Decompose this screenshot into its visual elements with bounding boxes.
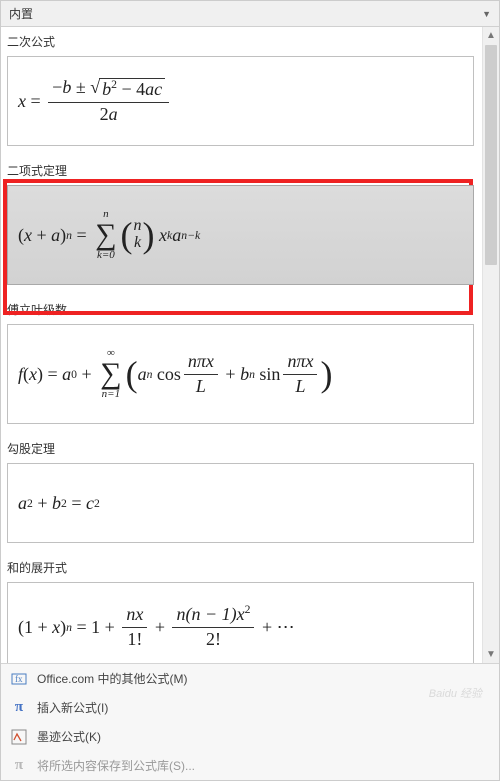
panel-header: 内置 ▼ <box>1 1 499 27</box>
ink-icon <box>11 729 27 745</box>
section-title-binomial: 二项式定理 <box>3 156 478 183</box>
menu-label: 墨迹公式(K) <box>37 728 101 745</box>
scroll-down-icon[interactable]: ▼ <box>483 646 499 663</box>
section-title-pythag: 勾股定理 <box>3 434 478 461</box>
pi-save-icon: π <box>11 758 27 774</box>
equation-quadratic[interactable]: x = −b ± √b2 − 4ac 2a <box>7 56 474 146</box>
chevron-down-icon: ▼ <box>482 9 491 19</box>
pi-icon: π <box>11 700 27 716</box>
panel-title: 内置 <box>9 5 33 22</box>
equation-pythagorean[interactable]: a2 + b2 = c2 <box>7 463 474 543</box>
equation-fourier[interactable]: f(x) = a0 + ∞ ∑ n=1 ( an cos nπxL + bn s… <box>7 324 474 424</box>
menu-label: Office.com 中的其他公式(M) <box>37 670 187 687</box>
menu-office-more[interactable]: fx Office.com 中的其他公式(M) <box>1 664 499 693</box>
svg-text:fx: fx <box>15 674 23 684</box>
equation-icon: fx <box>11 671 27 687</box>
vertical-scrollbar[interactable]: ▲ ▼ <box>482 27 499 663</box>
menu-label: 插入新公式(I) <box>37 699 108 716</box>
scroll-thumb[interactable] <box>485 45 497 265</box>
equation-sum-expansion[interactable]: (1 + x)n = 1 + nx1! + n(n − 1)x22! + ⋯ <box>7 582 474 663</box>
menu-insert-new[interactable]: π 插入新公式(I) <box>1 693 499 722</box>
menu-save-to-gallery[interactable]: π 将所选内容保存到公式库(S)... <box>1 751 499 780</box>
menu-ink-equation[interactable]: 墨迹公式(K) <box>1 722 499 751</box>
bottom-menu: fx Office.com 中的其他公式(M) π 插入新公式(I) 墨迹公式(… <box>1 663 499 780</box>
menu-label: 将所选内容保存到公式库(S)... <box>37 757 195 774</box>
section-title-sumexp: 和的展开式 <box>3 553 478 580</box>
section-title-fourier: 傅立叶级数 <box>3 295 478 322</box>
section-title-quadratic: 二次公式 <box>3 27 478 54</box>
equation-gallery: 二次公式 x = −b ± √b2 − 4ac 2a 二项式定理 (x + a)… <box>1 27 482 663</box>
equation-binomial[interactable]: (x + a)n = n ∑ k=0 (nk) xkan−k <box>7 185 474 285</box>
scroll-up-icon[interactable]: ▲ <box>483 27 499 44</box>
